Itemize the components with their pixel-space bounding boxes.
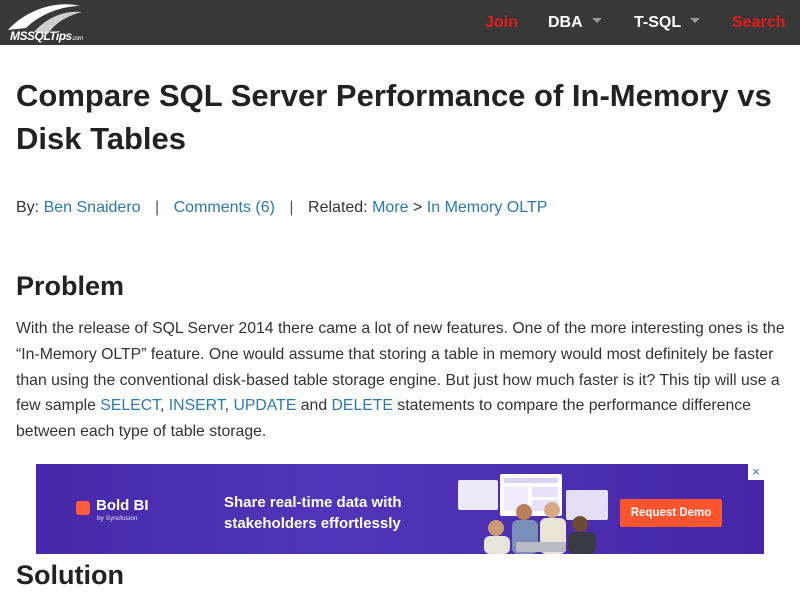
select-link[interactable]: SELECT — [100, 397, 160, 414]
nav-tsql-label: T-SQL — [634, 14, 682, 31]
update-link[interactable]: UPDATE — [233, 397, 296, 414]
byline-related-label: Related: — [308, 199, 368, 216]
boldbi-logo-icon — [76, 501, 90, 515]
breadcrumb-arrow: > — [412, 199, 423, 216]
nav-dba-menu[interactable]: DBA — [548, 0, 602, 45]
nav-search-link[interactable]: Search — [732, 0, 785, 45]
nav-dba-label: DBA — [548, 14, 583, 31]
byline-separator: | — [155, 199, 160, 216]
problem-heading: Problem — [16, 271, 125, 301]
top-navbar: MSSQLTips.com Join DBA T-SQL Search — [0, 0, 800, 45]
logo-text: MSSQLTips — [10, 29, 72, 43]
ad-brand-by: by Syncfusion — [97, 515, 138, 522]
logo-suffix: .com — [71, 36, 84, 42]
related-topic-link[interactable]: In Memory OLTP — [427, 199, 548, 216]
problem-text-comma: , — [160, 397, 169, 415]
article-byline: By: Ben Snaidero | Comments (6) | Relate… — [16, 199, 547, 217]
comments-link[interactable]: Comments (6) — [174, 199, 275, 216]
delete-link[interactable]: DELETE — [332, 397, 393, 414]
request-demo-button[interactable]: Request Demo — [620, 499, 722, 527]
ad-headline: Share real-time data with stakeholders e… — [224, 494, 402, 532]
nav-join-link[interactable]: Join — [485, 0, 518, 45]
logo-wordmark: MSSQLTips.com — [10, 29, 83, 43]
ad-brand-name: Bold BI — [96, 497, 149, 514]
mssqltips-logo[interactable]: MSSQLTips.com — [4, 2, 88, 44]
chevron-down-icon — [591, 18, 602, 24]
related-more-link[interactable]: More — [372, 199, 408, 216]
byline-by-label: By: — [16, 199, 40, 216]
close-icon[interactable]: × — [748, 464, 764, 480]
page-title: Compare SQL Server Performance of In-Mem… — [16, 78, 772, 156]
solution-heading: Solution — [16, 560, 124, 590]
ad-banner[interactable]: Bold BI by Syncfusion Share real-time da… — [36, 464, 764, 554]
byline-separator: | — [289, 199, 294, 216]
ad-people-image — [458, 474, 608, 554]
problem-text-and: and — [296, 397, 332, 415]
chevron-down-icon — [690, 18, 701, 24]
insert-link[interactable]: INSERT — [169, 397, 225, 414]
author-link[interactable]: Ben Snaidero — [44, 199, 141, 216]
nav-tsql-menu[interactable]: T-SQL — [634, 0, 701, 45]
problem-paragraph: With the release of SQL Server 2014 ther… — [16, 316, 791, 445]
